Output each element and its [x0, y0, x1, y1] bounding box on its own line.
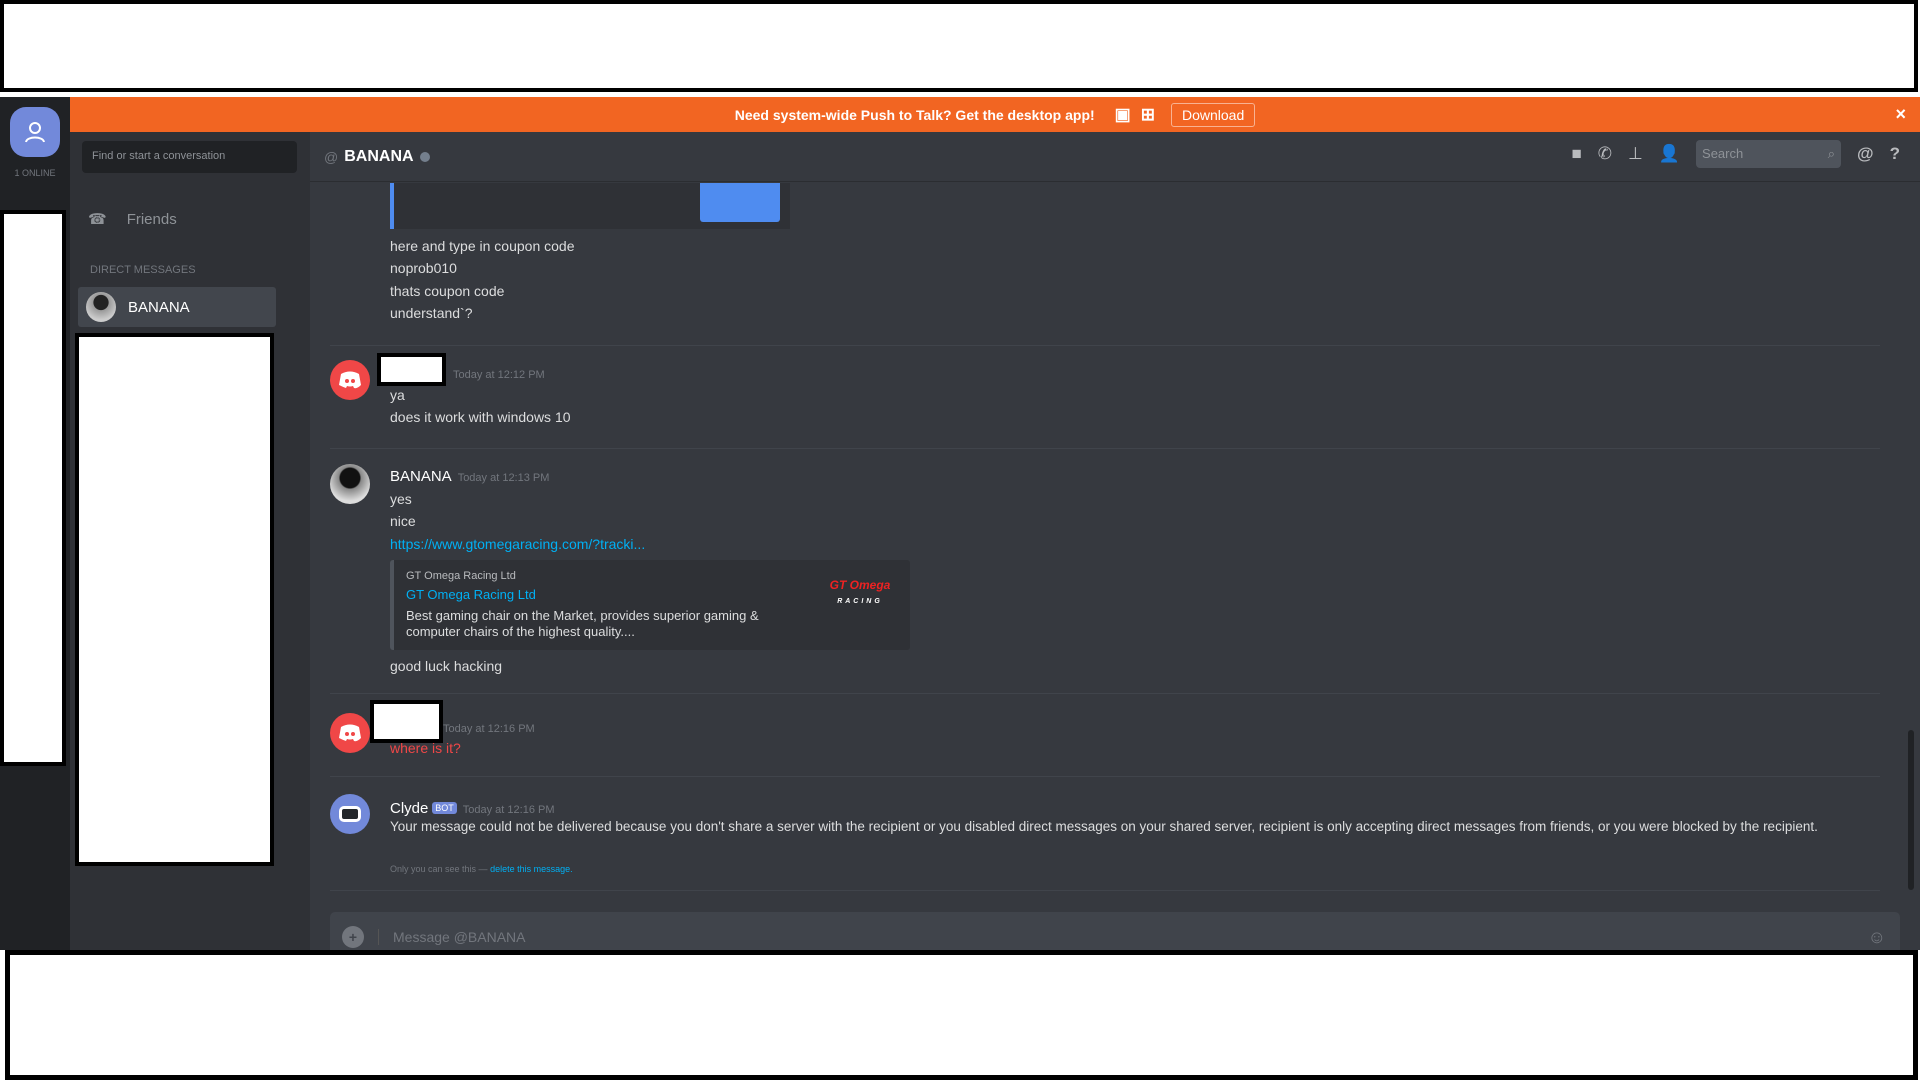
- add-friend-icon[interactable]: 👤: [1659, 144, 1680, 164]
- redaction-top: [0, 0, 1918, 92]
- avatar: [86, 292, 116, 322]
- friends-icon: ☎: [88, 211, 107, 228]
- desktop-app-banner: Need system-wide Push to Talk? Get the d…: [70, 97, 1920, 132]
- phone-icon[interactable]: ✆: [1598, 144, 1612, 164]
- windows-icon[interactable]: ⊞: [1141, 105, 1155, 125]
- pin-icon[interactable]: ⊥: [1628, 144, 1643, 164]
- link-embed: GT Omega Racing Ltd GT Omega Racing Ltd …: [390, 560, 910, 650]
- author-name: Clyde: [390, 800, 429, 817]
- redaction-server-list: [0, 210, 66, 766]
- bot-badge: BOT: [432, 802, 457, 814]
- timestamp: Today at 12:12 PM: [453, 369, 545, 381]
- message-line: yes: [390, 491, 412, 507]
- message-line: thats coupon code: [390, 283, 505, 299]
- timestamp: Today at 12:13 PM: [457, 472, 550, 484]
- robot-icon: [339, 806, 361, 822]
- direct-messages-header: DIRECT MESSAGES: [90, 264, 196, 276]
- divider: [330, 776, 1880, 777]
- author-name[interactable]: BANANA: [390, 468, 452, 485]
- upload-plus-icon[interactable]: +: [342, 926, 364, 948]
- discord-logo-icon: [339, 724, 361, 742]
- redaction-bottom: [5, 950, 1918, 1080]
- message-link[interactable]: https://www.gtomegaracing.com/?tracki...: [390, 533, 645, 555]
- delete-message-link[interactable]: delete this message.: [490, 864, 573, 874]
- divider: [330, 693, 1880, 694]
- clyde-avatar: [330, 794, 370, 834]
- discord-default-avatar: [330, 360, 370, 400]
- message-line: understand`?: [390, 305, 473, 321]
- divider: [330, 890, 1880, 891]
- discord-logo-icon: [339, 371, 361, 389]
- dm-item-banana[interactable]: BANANA: [78, 287, 276, 327]
- mentions-icon[interactable]: @: [1857, 144, 1874, 164]
- android-icon[interactable]: ▣: [1115, 105, 1131, 125]
- ephemeral-note: Only you can see this — delete this mess…: [390, 864, 573, 874]
- search-icon: ⌕: [1827, 146, 1836, 161]
- banana-avatar[interactable]: [330, 464, 370, 504]
- divider: [330, 345, 1880, 346]
- message-line: nice: [390, 513, 416, 529]
- search-input[interactable]: Search ⌕: [1696, 140, 1842, 168]
- friends-home-button[interactable]: [10, 107, 60, 157]
- friends-label: Friends: [126, 210, 177, 228]
- redaction-dm-list: [75, 333, 274, 866]
- status-indicator: [419, 151, 430, 162]
- download-button[interactable]: Download: [1170, 102, 1256, 127]
- at-icon: @: [324, 148, 339, 165]
- find-conversation-input[interactable]: Find or start a conversation: [82, 141, 297, 173]
- message-input[interactable]: Message @BANANA: [378, 929, 525, 945]
- emoji-icon[interactable]: ☺: [1868, 927, 1886, 948]
- online-count: 1 ONLINE: [14, 168, 56, 178]
- message-line: does it work with windows 10: [390, 409, 571, 425]
- video-call-icon[interactable]: ■: [1572, 144, 1582, 164]
- close-banner-icon[interactable]: ×: [1895, 104, 1906, 125]
- scrollbar[interactable]: [1908, 730, 1914, 890]
- system-message: Your message could not be delivered beca…: [390, 819, 1818, 834]
- people-icon: [25, 122, 45, 143]
- message-header: BANANA Today at 12:13 PM: [390, 465, 549, 489]
- timestamp: Today at 12:16 PM: [462, 804, 555, 816]
- help-icon[interactable]: ?: [1890, 144, 1900, 164]
- message-line: noprob010: [390, 260, 457, 276]
- embed-thumbnail: [700, 183, 780, 222]
- message-line: ya: [390, 387, 405, 403]
- gt-omega-logo: GT Omega RACING: [829, 578, 891, 605]
- message-line: good luck hacking: [390, 658, 503, 674]
- redaction-username: [370, 700, 443, 743]
- banner-text: Need system-wide Push to Talk? Get the d…: [734, 106, 1095, 123]
- sidebar-item-friends[interactable]: ☎ Friends: [88, 210, 177, 229]
- embed-description: Best gaming chair on the Market, provide…: [406, 608, 759, 639]
- message-line: here and type in coupon code: [390, 238, 575, 254]
- discord-default-avatar: [330, 713, 370, 753]
- channel-title: BANANA: [344, 147, 414, 165]
- divider: [330, 448, 1880, 449]
- dm-name: BANANA: [128, 298, 190, 316]
- redaction-username: [377, 353, 446, 386]
- header-toolbar: ■ ✆ ⊥ 👤 Search ⌕ @ ?: [1572, 140, 1900, 168]
